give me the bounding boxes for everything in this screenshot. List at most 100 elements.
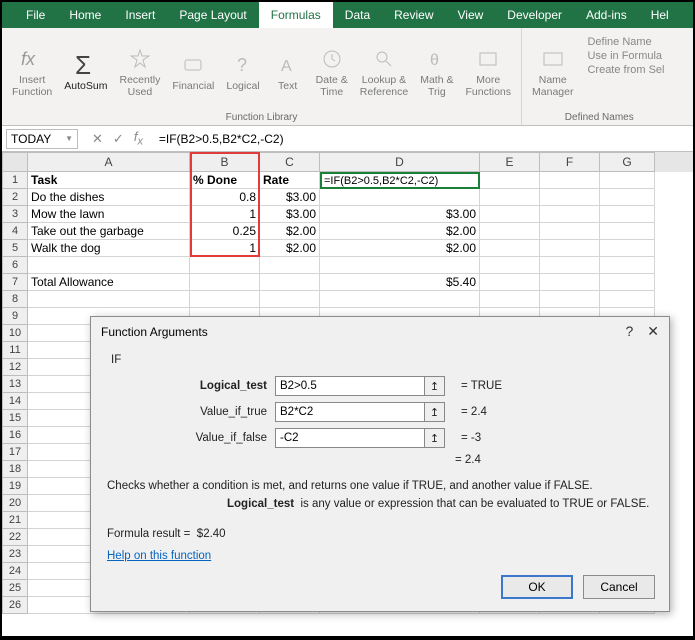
cell-F3[interactable]	[540, 206, 600, 223]
cell-A5[interactable]: Walk the dog	[28, 240, 190, 257]
row-header[interactable]: 25	[2, 580, 28, 597]
tab-view[interactable]: View	[446, 2, 496, 28]
cell-G3[interactable]	[600, 206, 655, 223]
row-header[interactable]: 3	[2, 206, 28, 223]
row-header[interactable]: 14	[2, 393, 28, 410]
row-header[interactable]: 22	[2, 529, 28, 546]
row-header[interactable]: 11	[2, 342, 28, 359]
col-header-C[interactable]: C	[260, 152, 320, 172]
cell-B6[interactable]	[190, 257, 260, 274]
cell-F6[interactable]	[540, 257, 600, 274]
tab-data[interactable]: Data	[333, 2, 382, 28]
cell-E2[interactable]	[480, 189, 540, 206]
cell-B8[interactable]	[190, 291, 260, 308]
more-functions-button[interactable]: More Functions	[461, 32, 515, 110]
cell-C8[interactable]	[260, 291, 320, 308]
ok-button[interactable]: OK	[501, 575, 573, 599]
row-header[interactable]: 26	[2, 597, 28, 614]
row-header[interactable]: 17	[2, 444, 28, 461]
cell-D7[interactable]: $5.40	[320, 274, 480, 291]
arg-input-value-if-false[interactable]	[275, 428, 425, 448]
tab-addins[interactable]: Add-ins	[574, 2, 639, 28]
row-header[interactable]: 8	[2, 291, 28, 308]
cell-E3[interactable]	[480, 206, 540, 223]
cell-G6[interactable]	[600, 257, 655, 274]
row-header[interactable]: 20	[2, 495, 28, 512]
row-header[interactable]: 9	[2, 308, 28, 325]
col-header-A[interactable]: A	[28, 152, 190, 172]
cell-E5[interactable]	[480, 240, 540, 257]
col-header-F[interactable]: F	[540, 152, 600, 172]
cell-C4[interactable]: $2.00	[260, 223, 320, 240]
cell-G5[interactable]	[600, 240, 655, 257]
row-header[interactable]: 10	[2, 325, 28, 342]
cancel-formula-icon[interactable]: ✕	[92, 131, 103, 147]
define-name-link[interactable]: Define Name	[587, 36, 664, 48]
accept-formula-icon[interactable]: ✓	[113, 131, 124, 147]
help-icon[interactable]: ?	[625, 323, 633, 340]
cell-E6[interactable]	[480, 257, 540, 274]
cell-B3[interactable]: 1	[190, 206, 260, 223]
collapse-dialog-icon[interactable]: ↥	[425, 376, 445, 396]
col-header-D[interactable]: D	[320, 152, 480, 172]
tab-page-layout[interactable]: Page Layout	[167, 2, 258, 28]
row-header[interactable]: 13	[2, 376, 28, 393]
cell-B1[interactable]: % Done	[190, 172, 260, 189]
cell-G2[interactable]	[600, 189, 655, 206]
formula-input[interactable]: =IF(B2>0.5,B2*C2,-C2)	[153, 132, 693, 146]
select-all-corner[interactable]	[2, 152, 28, 172]
autosum-button[interactable]: Σ AutoSum	[60, 32, 111, 110]
cell-G4[interactable]	[600, 223, 655, 240]
close-icon[interactable]: ✕	[647, 323, 659, 340]
row-header[interactable]: 23	[2, 546, 28, 563]
cell-D2[interactable]	[320, 189, 480, 206]
row-header[interactable]: 2	[2, 189, 28, 206]
cell-C3[interactable]: $3.00	[260, 206, 320, 223]
tab-home[interactable]: Home	[57, 2, 113, 28]
cell-D6[interactable]	[320, 257, 480, 274]
use-in-formula-link[interactable]: Use in Formula	[587, 50, 664, 62]
tab-help[interactable]: Hel	[639, 2, 681, 28]
cell-G8[interactable]	[600, 291, 655, 308]
row-header[interactable]: 6	[2, 257, 28, 274]
cell-F5[interactable]	[540, 240, 600, 257]
cell-E7[interactable]	[480, 274, 540, 291]
row-header[interactable]: 24	[2, 563, 28, 580]
row-header[interactable]: 21	[2, 512, 28, 529]
create-from-selection-link[interactable]: Create from Sel	[587, 64, 664, 76]
cell-F8[interactable]	[540, 291, 600, 308]
cell-C6[interactable]	[260, 257, 320, 274]
row-header[interactable]: 15	[2, 410, 28, 427]
cell-B2[interactable]: 0.8	[190, 189, 260, 206]
col-header-B[interactable]: B	[190, 152, 260, 172]
cell-C7[interactable]	[260, 274, 320, 291]
cell-A1[interactable]: Task	[28, 172, 190, 189]
cell-A7[interactable]: Total Allowance	[28, 274, 190, 291]
name-manager-button[interactable]: Name Manager	[528, 32, 577, 110]
cell-D5[interactable]: $2.00	[320, 240, 480, 257]
name-box[interactable]: TODAY ▼	[6, 129, 78, 149]
tab-insert[interactable]: Insert	[113, 2, 167, 28]
cell-B7[interactable]	[190, 274, 260, 291]
logical-button[interactable]: ? Logical	[222, 32, 263, 110]
row-header[interactable]: 18	[2, 461, 28, 478]
row-header[interactable]: 7	[2, 274, 28, 291]
cell-G7[interactable]	[600, 274, 655, 291]
cell-A4[interactable]: Take out the garbage	[28, 223, 190, 240]
cell-D4[interactable]: $2.00	[320, 223, 480, 240]
recently-used-button[interactable]: Recently Used	[115, 32, 164, 110]
cell-B5[interactable]: 1	[190, 240, 260, 257]
col-header-E[interactable]: E	[480, 152, 540, 172]
cell-D3[interactable]: $3.00	[320, 206, 480, 223]
collapse-dialog-icon[interactable]: ↥	[425, 428, 445, 448]
cell-B4[interactable]: 0.25	[190, 223, 260, 240]
math-trig-button[interactable]: θ Math & Trig	[416, 32, 457, 110]
date-time-button[interactable]: Date & Time	[312, 32, 352, 110]
tab-formulas[interactable]: Formulas	[259, 2, 333, 28]
collapse-dialog-icon[interactable]: ↥	[425, 402, 445, 422]
tab-file[interactable]: File	[14, 2, 57, 28]
row-header[interactable]: 16	[2, 427, 28, 444]
cell-C1[interactable]: Rate	[260, 172, 320, 189]
cell-E1[interactable]	[480, 172, 540, 189]
tab-review[interactable]: Review	[382, 2, 445, 28]
